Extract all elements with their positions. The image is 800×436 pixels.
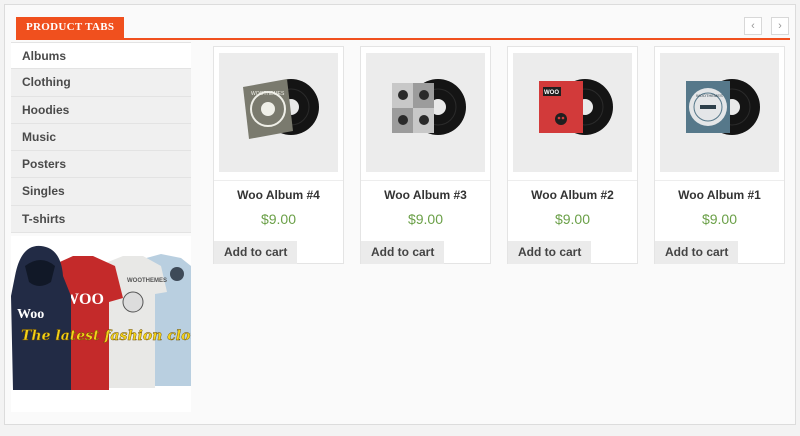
chevron-left-icon: ‹	[751, 20, 755, 32]
divider	[361, 180, 490, 181]
sleeve-print-text: WOO	[544, 90, 559, 96]
category-tab-singles[interactable]: Singles	[11, 178, 191, 206]
product-name[interactable]: Woo Album #2	[508, 188, 637, 202]
product-name[interactable]: Woo Album #1	[655, 188, 784, 202]
tee-print-text: WOOTHEMES	[127, 278, 167, 284]
product-image[interactable]: WOOTHEMES	[660, 53, 779, 172]
product-card: Woo Album #3 $9.00 Add to cart	[360, 46, 491, 264]
product-name[interactable]: Woo Album #3	[361, 188, 490, 202]
product-card: WOOTHEMES Woo Album #1 $9.00 Add to cart	[654, 46, 785, 264]
divider	[214, 180, 343, 181]
chevron-right-icon: ›	[778, 20, 782, 32]
widget-title: PRODUCT TABS	[16, 17, 125, 38]
widget-header: PRODUCT TABS ‹ ›	[16, 15, 790, 40]
hoodie-logo-text: Woo	[17, 307, 44, 322]
product-image[interactable]: WOOTHEMES	[219, 53, 338, 172]
product-price: $9.00	[260, 211, 297, 227]
prev-arrow-button[interactable]: ‹	[744, 17, 762, 35]
product-price: $9.00	[554, 211, 591, 227]
product-image[interactable]: WOO	[513, 53, 632, 172]
category-tab-albums[interactable]: Albums	[11, 42, 191, 70]
category-list: Albums Clothing Hoodies Music Posters Si…	[11, 42, 191, 234]
sleeve-print-text: WOOTHEMES	[696, 93, 723, 98]
product-price: $9.00	[407, 211, 444, 227]
fashion-banner[interactable]: WOOTHEMES WOO Woo The latest fashion clo…	[11, 236, 191, 412]
product-card: WOOTHEMES Woo Album #4 $9.00 Add to cart	[213, 46, 344, 264]
product-name[interactable]: Woo Album #4	[214, 188, 343, 202]
category-tab-posters[interactable]: Posters	[11, 151, 191, 179]
category-tab-hoodies[interactable]: Hoodies	[11, 96, 191, 124]
product-price: $9.00	[701, 211, 738, 227]
add-to-cart-button[interactable]: Add to cart	[361, 241, 445, 264]
category-tab-music[interactable]: Music	[11, 123, 191, 152]
next-arrow-button[interactable]: ›	[771, 17, 789, 35]
add-to-cart-button[interactable]: Add to cart	[214, 241, 298, 264]
sleeve-print-text: WOOTHEMES	[251, 91, 285, 97]
divider	[508, 180, 637, 181]
add-to-cart-button[interactable]: Add to cart	[508, 241, 592, 264]
product-card: WOO Woo Album #2 $9.00 Add to cart	[507, 46, 638, 264]
banner-tagline: The latest fashion clothing	[21, 328, 191, 344]
category-tab-tshirts[interactable]: T-shirts	[11, 205, 191, 234]
product-image[interactable]	[366, 53, 485, 172]
category-tab-clothing[interactable]: Clothing	[11, 69, 191, 97]
divider	[655, 180, 784, 181]
add-to-cart-button[interactable]: Add to cart	[655, 241, 739, 264]
